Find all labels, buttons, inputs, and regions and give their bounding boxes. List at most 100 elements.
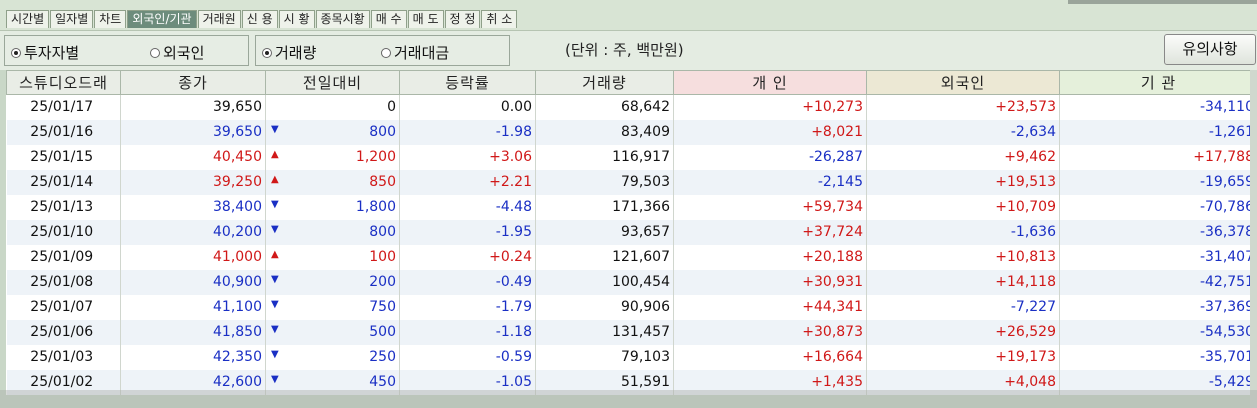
cell-individual: +1,435 xyxy=(673,369,867,395)
cell-individual: +20,188 xyxy=(673,244,867,270)
table-row[interactable]: 25/01/02 42,600 ▼ 450 -1.05 51,591 +1,435 +4,04… xyxy=(6,369,1257,395)
tab-item[interactable]: 매 도 xyxy=(407,10,444,28)
change-value: 800 xyxy=(369,224,396,240)
tab-item[interactable]: 거래원 xyxy=(197,10,241,28)
cell-date: 25/01/17 xyxy=(6,94,121,120)
cell-change: ▼ 1,800 xyxy=(265,194,400,220)
cell-institution: -37,369 xyxy=(1059,294,1257,320)
tab-item[interactable]: 취 소 xyxy=(481,10,518,28)
cell-change: ▼ 450 xyxy=(265,369,400,395)
arrow-down-icon: ▼ xyxy=(271,323,279,335)
cell-foreign: +19,173 xyxy=(866,344,1060,370)
cell-close: 38,400 xyxy=(120,194,266,220)
cell-individual: +10,273 xyxy=(673,94,867,120)
cell-volume: 79,503 xyxy=(535,169,674,195)
col-header-close[interactable]: 종가 xyxy=(120,70,266,95)
arrow-down-icon: ▼ xyxy=(271,348,279,360)
change-value: 850 xyxy=(369,174,396,190)
table-row[interactable]: 25/01/16 39,650 ▼ 800 -1.98 83,409 +8,021 -2,63… xyxy=(6,119,1257,145)
cell-change: ▲ 1,200 xyxy=(265,144,400,170)
cell-rate: +3.06 xyxy=(399,144,536,170)
tab-item[interactable]: 종목시황 xyxy=(315,10,370,28)
radio-selected-icon xyxy=(262,47,272,58)
cell-close: 41,100 xyxy=(120,294,266,320)
radio-amount[interactable]: 거래대금 xyxy=(381,42,449,63)
table-row[interactable]: 25/01/13 38,400 ▼ 1,800 -4.48 171,366 +59,734 +… xyxy=(6,194,1257,220)
col-header-individual[interactable]: 개 인 xyxy=(673,70,867,95)
cell-rate: -1.79 xyxy=(399,294,536,320)
change-value: 750 xyxy=(369,299,396,315)
cell-date: 25/01/14 xyxy=(6,169,121,195)
cell-institution: -31,407 xyxy=(1059,244,1257,270)
cell-foreign: +4,048 xyxy=(866,369,1060,395)
arrow-down-icon: ▼ xyxy=(271,373,279,385)
col-header-name[interactable]: 스튜디오드래 xyxy=(6,70,121,95)
change-value: 0 xyxy=(387,99,396,116)
cell-institution: -70,786 xyxy=(1059,194,1257,220)
col-header-volume[interactable]: 거래량 xyxy=(535,70,674,95)
change-value: 100 xyxy=(369,249,396,265)
cell-rate: -0.59 xyxy=(399,344,536,370)
tab-item[interactable]: 시간별 xyxy=(6,10,50,28)
cell-rate: 0.00 xyxy=(399,94,536,120)
radio-volume[interactable]: 거래량 xyxy=(262,42,316,63)
cell-volume: 171,366 xyxy=(535,194,674,220)
cell-institution: -42,751 xyxy=(1059,269,1257,295)
tab-item[interactable]: 외국인/기관 xyxy=(127,10,197,28)
cell-individual: +30,931 xyxy=(673,269,867,295)
table-row[interactable]: 25/01/10 40,200 ▼ 800 -1.95 93,657 +37,724 -1,6… xyxy=(6,219,1257,245)
cell-foreign: +10,709 xyxy=(866,194,1060,220)
notice-button[interactable]: 유의사항 xyxy=(1164,34,1256,65)
radio-unselected-icon xyxy=(381,47,391,58)
cell-volume: 93,657 xyxy=(535,219,674,245)
cell-close: 39,650 xyxy=(120,94,266,120)
col-header-foreign[interactable]: 외국인 xyxy=(866,70,1060,95)
table-row[interactable]: 25/01/08 40,900 ▼ 200 -0.49 100,454 +30,931 +14… xyxy=(6,269,1257,295)
tab-item[interactable]: 정 정 xyxy=(444,10,481,28)
col-header-institution[interactable]: 기 관 xyxy=(1059,70,1257,95)
arrow-down-icon: ▼ xyxy=(271,198,279,210)
cell-institution: +17,788 xyxy=(1059,144,1257,170)
table-row[interactable]: 25/01/09 41,000 ▲ 100 +0.24 121,607 +20,188 +10… xyxy=(6,244,1257,270)
arrow-down-icon: ▼ xyxy=(271,223,279,235)
cell-close: 40,900 xyxy=(120,269,266,295)
table-row[interactable]: 25/01/03 42,350 ▼ 250 -0.59 79,103 +16,664 +19,… xyxy=(6,344,1257,370)
table-row[interactable]: 25/01/07 41,100 ▼ 750 -1.79 90,906 +44,341 -7,2… xyxy=(6,294,1257,320)
radio-investor[interactable]: 투자자별 xyxy=(11,42,79,63)
scroll-edge xyxy=(1250,70,1257,408)
arrow-up-icon: ▲ xyxy=(271,248,279,260)
cell-change: ▲ 100 xyxy=(265,244,400,270)
change-value: 1,200 xyxy=(355,149,396,165)
col-header-rate[interactable]: 등락률 xyxy=(399,70,536,95)
cell-change: ▼ 200 xyxy=(265,269,400,295)
unit-label: (단위 : 주, 백만원) xyxy=(565,41,684,59)
table-row[interactable]: 25/01/15 40,450 ▲ 1,200 +3.06 116,917 -26,287 +… xyxy=(6,144,1257,170)
radio-foreign[interactable]: 외국인 xyxy=(150,42,204,63)
cell-individual: +30,873 xyxy=(673,319,867,345)
table-row[interactable]: 25/01/17 39,650 0 0.00 68,642 +10,273 +23,573-… xyxy=(6,94,1257,120)
col-header-change[interactable]: 전일대비 xyxy=(265,70,400,95)
change-value: 200 xyxy=(369,274,396,290)
cell-foreign: -2,634 xyxy=(866,119,1060,145)
change-value: 1,800 xyxy=(355,199,396,215)
cell-individual: +8,021 xyxy=(673,119,867,145)
tab-item[interactable]: 차트 xyxy=(94,10,127,28)
radio-unselected-icon xyxy=(150,47,160,58)
cell-foreign: +23,573 xyxy=(866,94,1060,120)
change-value: 250 xyxy=(369,349,396,365)
tab-item[interactable]: 일자별 xyxy=(50,10,94,28)
table-row[interactable]: 25/01/06 41,850 ▼ 500 -1.18 131,457 +30,873 +26… xyxy=(6,319,1257,345)
cell-foreign: -7,227 xyxy=(866,294,1060,320)
cell-date: 25/01/10 xyxy=(6,219,121,245)
tab-item[interactable]: 매 수 xyxy=(370,10,407,28)
cell-date: 25/01/02 xyxy=(6,369,121,395)
cell-institution: -35,701 xyxy=(1059,344,1257,370)
cell-volume: 90,906 xyxy=(535,294,674,320)
table-header: 스튜디오드래 종가 전일대비 등락률 거래량 개 인 외국인 기 관 xyxy=(6,70,1257,95)
cell-institution: -19,659 xyxy=(1059,169,1257,195)
tab-item[interactable]: 시 황 xyxy=(278,10,315,28)
cell-close: 40,200 xyxy=(120,219,266,245)
table-row[interactable]: 25/01/14 39,250 ▲ 850 +2.21 79,503 -2,145 +19,5… xyxy=(6,169,1257,195)
cell-change: ▼ 500 xyxy=(265,319,400,345)
tab-item[interactable]: 신 용 xyxy=(241,10,278,28)
